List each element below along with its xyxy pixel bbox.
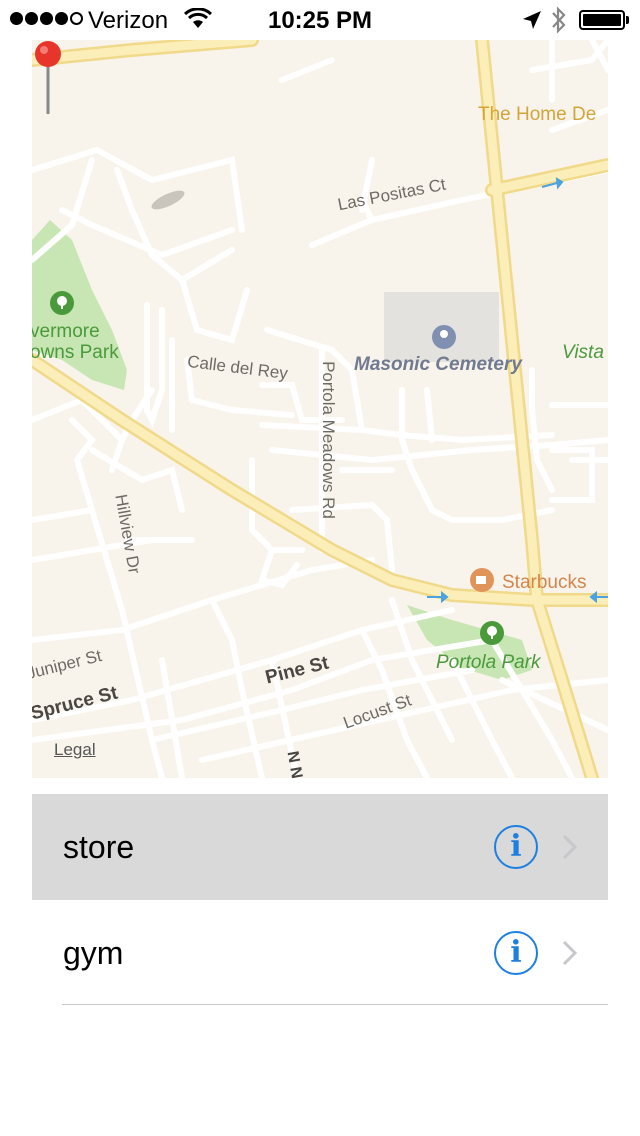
map-pin-icon[interactable] (32, 40, 64, 120)
chevron-right-icon (562, 834, 578, 860)
poi-label: The Home De (478, 104, 597, 125)
poi-label: Starbucks (502, 572, 587, 593)
poi-label: Masonic Cemetery (354, 354, 522, 375)
status-bar: Verizon 10:25 PM (0, 0, 640, 40)
places-list: store i gym i (32, 794, 608, 1006)
battery-icon (579, 10, 625, 30)
poi-label: Portola Park (436, 652, 541, 673)
cafe-marker-icon (470, 568, 494, 592)
poi-label: owns Park (32, 342, 119, 363)
location-arrow-icon (523, 11, 541, 29)
cemetery-marker-icon (432, 325, 456, 349)
poi-label: Vista (562, 342, 604, 363)
list-item-gym[interactable]: gym i (32, 900, 608, 1006)
street-label: Portola Meadows Rd (318, 361, 338, 519)
chevron-right-icon (562, 940, 578, 966)
map-view[interactable]: Las Positas Ct Calle del Rey Portola Mea… (32, 40, 608, 778)
bluetooth-icon (552, 6, 566, 34)
status-time: 10:25 PM (267, 7, 373, 34)
info-icon[interactable]: i (494, 931, 538, 975)
list-separator (62, 1004, 608, 1005)
legal-link[interactable]: Legal (54, 740, 96, 760)
list-item-store[interactable]: store i (32, 794, 608, 900)
list-item-label: store (63, 829, 135, 865)
list-item-label: gym (63, 935, 124, 971)
info-icon[interactable]: i (494, 825, 538, 869)
poi-label: vermore (32, 321, 100, 342)
